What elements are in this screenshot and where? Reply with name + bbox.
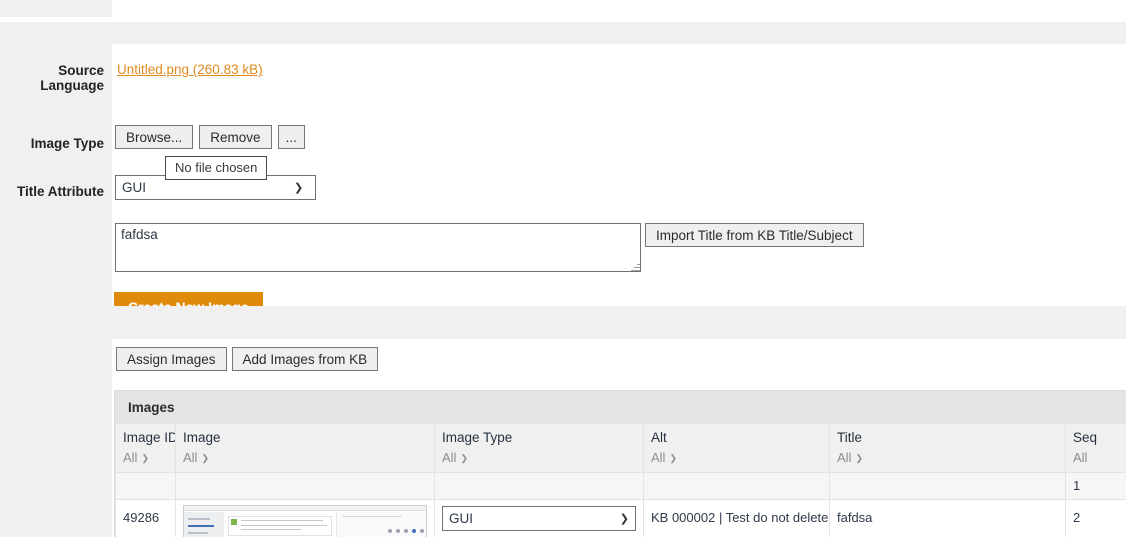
column-image: Image All ❯ bbox=[175, 424, 435, 473]
filter-alt[interactable]: All ❯ bbox=[651, 450, 677, 465]
filter-image-id[interactable]: All ❯ bbox=[123, 450, 149, 465]
column-title: Title All ❯ bbox=[829, 424, 1066, 473]
title-attribute-label: Title Attribute bbox=[17, 184, 104, 199]
cell-seq: 1 bbox=[1065, 472, 1126, 500]
table-row[interactable]: 1 bbox=[115, 472, 1126, 500]
filter-image[interactable]: All ❯ bbox=[183, 450, 209, 465]
add-images-from-kb-button[interactable]: Add Images from KB bbox=[231, 347, 379, 371]
image-type-label: Image Type bbox=[30, 136, 104, 151]
chevron-down-icon: ❯ bbox=[855, 453, 863, 463]
cell-image bbox=[175, 472, 435, 500]
browse-button[interactable]: Browse... bbox=[115, 125, 194, 149]
section-separator-band bbox=[0, 306, 1126, 339]
top-separator-band bbox=[0, 22, 1126, 44]
cell-title bbox=[829, 472, 1066, 500]
images-table-header-row: Image ID All ❯ Image All ❯ Image Type Al… bbox=[115, 424, 1126, 473]
remove-button[interactable]: Remove bbox=[199, 125, 272, 149]
cell-image-id: 49286 bbox=[115, 499, 176, 537]
images-toolbar: Assign Images Add Images from KB bbox=[116, 347, 379, 371]
cell-image-type: GUIDiagramPhotoIcon ❯ bbox=[434, 499, 644, 537]
images-label-column bbox=[0, 339, 112, 537]
column-seq: Seq All bbox=[1065, 424, 1126, 473]
image-form-section: Source Language Untitled.png (260.83 kB)… bbox=[0, 44, 1126, 322]
no-file-chosen-tooltip: No file chosen bbox=[165, 156, 268, 180]
uploaded-file-link[interactable]: Untitled.png (260.83 kB) bbox=[117, 62, 263, 77]
cell-image-id bbox=[115, 472, 176, 500]
column-image-type: Image Type All ❯ bbox=[434, 424, 644, 473]
filter-title[interactable]: All ❯ bbox=[837, 450, 863, 465]
images-table-body: 1 49286 GUI ❯ KB 000002 | Test do not de… bbox=[115, 472, 1126, 537]
filter-seq[interactable]: All bbox=[1073, 450, 1087, 465]
images-table: Image ID All ❯ Image All ❯ Image Type Al… bbox=[115, 424, 1126, 537]
chevron-down-icon: ❯ bbox=[669, 453, 677, 463]
images-panel-title: Images bbox=[115, 391, 1126, 424]
image-thumbnail[interactable] bbox=[183, 505, 427, 537]
filter-image-type[interactable]: All ❯ bbox=[442, 450, 468, 465]
more-options-button[interactable]: ... bbox=[277, 125, 305, 149]
chevron-down-icon: ❯ bbox=[460, 453, 468, 463]
title-attribute-textarea[interactable] bbox=[115, 223, 641, 272]
images-panel: Images Image ID All ❯ Image All ❯ Image … bbox=[114, 390, 1126, 537]
row-image-type-select[interactable]: GUIDiagramPhotoIcon bbox=[442, 506, 636, 531]
page-root: Source Language Untitled.png (260.83 kB)… bbox=[0, 0, 1126, 537]
top-left-gray-strip bbox=[0, 0, 112, 17]
cell-image-type bbox=[434, 472, 644, 500]
column-image-id: Image ID All ❯ bbox=[115, 424, 176, 473]
chevron-down-icon: ❯ bbox=[201, 453, 209, 463]
cell-alt: KB 000002 | Test do not delete!!! bbox=[643, 499, 830, 537]
images-section: Assign Images Add Images from KB Images bbox=[0, 339, 1126, 537]
file-buttons-row: Browse... Remove ... bbox=[115, 125, 305, 149]
assign-images-button[interactable]: Assign Images bbox=[116, 347, 227, 371]
cell-title: fafdsa bbox=[829, 499, 1066, 537]
chevron-down-icon: ❯ bbox=[141, 453, 149, 463]
cell-image bbox=[175, 499, 435, 537]
import-title-button[interactable]: Import Title from KB Title/Subject bbox=[645, 223, 864, 247]
table-row[interactable]: 49286 GUI ❯ KB 000002 | Test do not dele… bbox=[115, 499, 1126, 537]
cell-alt bbox=[643, 472, 830, 500]
cell-seq: 2 bbox=[1065, 499, 1126, 537]
source-language-label: Source Language bbox=[40, 63, 104, 93]
column-alt: Alt All ❯ bbox=[643, 424, 830, 473]
